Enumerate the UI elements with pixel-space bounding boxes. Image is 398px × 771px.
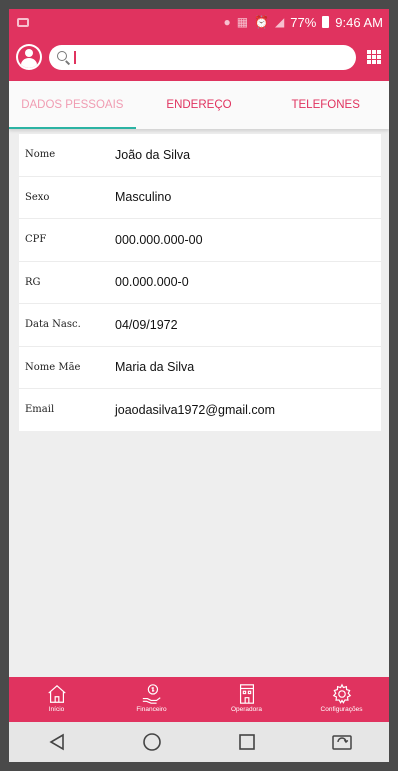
- field-label: Sexo: [25, 191, 50, 203]
- gear-icon: [332, 683, 351, 704]
- search-icon: [57, 51, 67, 61]
- text-cursor: [74, 51, 76, 64]
- bottom-nav: Início Financeiro Operadora Configuraçõe…: [9, 677, 389, 722]
- list-item: Email joaodasilva1972@gmail.com: [19, 389, 381, 431]
- list-item: Nome João da Silva: [19, 134, 381, 177]
- alarm-icon: ⏰: [254, 15, 270, 29]
- field-label: Nome Mãe: [25, 361, 81, 373]
- field-value: 04/09/1972: [115, 317, 178, 332]
- nav-label: Operadora: [230, 706, 263, 713]
- nav-financeiro[interactable]: Financeiro: [104, 677, 199, 722]
- recents-button[interactable]: [235, 730, 259, 754]
- search-bar[interactable]: [49, 45, 356, 70]
- clock-time: 9:46 AM: [335, 14, 383, 30]
- avatar[interactable]: [16, 44, 42, 70]
- tab-dados-pessoais[interactable]: DADOS PESSOAIS: [9, 81, 136, 129]
- back-button[interactable]: [45, 730, 69, 754]
- field-value: Masculino: [115, 190, 172, 205]
- tab-bar: DADOS PESSOAIS ENDEREÇO TELEFONES: [9, 81, 389, 129]
- battery-percent: 77%: [290, 14, 317, 30]
- recents-icon: [238, 734, 255, 750]
- screen-rotate-icon: [331, 735, 352, 750]
- field-value: 00.000.000-0: [115, 275, 189, 290]
- back-icon: [48, 733, 64, 751]
- screen-rotate-button[interactable]: [330, 730, 354, 754]
- list-item: Nome Mãe Maria da Silva: [19, 347, 381, 389]
- list-item: RG 00.000.000-0: [19, 262, 381, 304]
- field-value: Maria da Silva: [115, 360, 195, 375]
- personal-data-list: Nome João da Silva Sexo Masculino CPF 00…: [19, 134, 381, 431]
- nav-label: Financeiro: [136, 706, 167, 713]
- field-value: João da Silva: [115, 147, 191, 162]
- user-icon: [18, 46, 40, 68]
- battery-icon: [322, 16, 330, 28]
- nav-configuracoes[interactable]: Configurações: [294, 677, 389, 722]
- money-hand-icon: [142, 684, 161, 704]
- search-input[interactable]: [71, 48, 341, 67]
- message-notification-icon: [17, 17, 29, 27]
- field-value: 000.000.000-00: [115, 232, 203, 247]
- nav-label: Configurações: [320, 706, 363, 713]
- field-label: RG: [25, 276, 41, 288]
- list-item: Sexo Masculino: [19, 177, 381, 219]
- status-icons: ● ▦ ⏰ ◢ 77% 9:46 AM: [223, 15, 383, 30]
- field-label: CPF: [25, 234, 47, 246]
- field-label: Data Nasc.: [25, 319, 81, 331]
- home-button[interactable]: [140, 730, 164, 754]
- field-label: Nome: [25, 149, 56, 161]
- list-item: CPF 000.000.000-00: [19, 219, 381, 262]
- nav-operadora[interactable]: Operadora: [199, 677, 294, 722]
- tab-endereco[interactable]: ENDEREÇO: [136, 81, 263, 129]
- location-icon: ●: [223, 15, 231, 29]
- system-nav-bar: [9, 722, 389, 762]
- home-circle-icon: [142, 733, 161, 751]
- nav-label: Início: [48, 706, 65, 713]
- tab-telefones[interactable]: TELEFONES: [262, 81, 389, 129]
- signal-icon: ◢: [275, 15, 285, 29]
- vibrate-icon: ▦: [236, 15, 249, 29]
- device-frame: ● ▦ ⏰ ◢ 77% 9:46 AM DADOS PESSOAIS ENDER…: [0, 0, 398, 771]
- list-item: Data Nasc. 04/09/1972: [19, 304, 381, 347]
- building-icon: [239, 684, 254, 704]
- status-bar: ● ▦ ⏰ ◢ 77% 9:46 AM: [9, 9, 389, 35]
- home-icon: [47, 684, 66, 703]
- nav-inicio[interactable]: Início: [9, 677, 104, 722]
- field-label: Email: [25, 404, 55, 416]
- apps-grid-icon[interactable]: [367, 50, 381, 64]
- field-value: joaodasilva1972@gmail.com: [115, 402, 275, 417]
- app-bar: [9, 35, 389, 81]
- screen: ● ▦ ⏰ ◢ 77% 9:46 AM DADOS PESSOAIS ENDER…: [9, 9, 389, 762]
